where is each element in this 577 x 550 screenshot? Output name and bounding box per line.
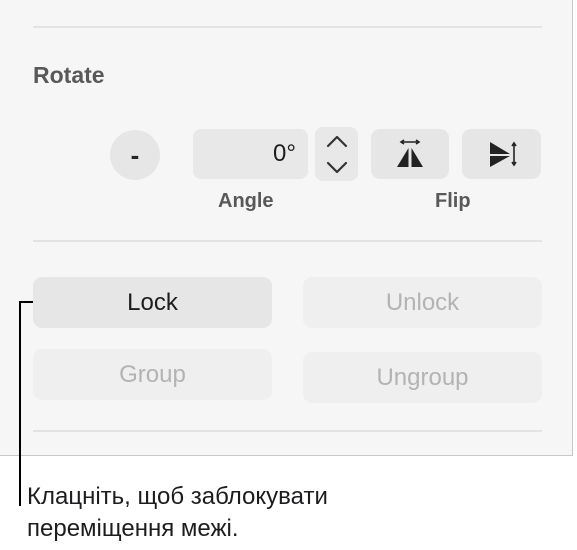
callout-line-vertical [19, 301, 21, 506]
bottom-divider [33, 430, 542, 432]
chevron-down-icon[interactable] [315, 154, 358, 181]
callout-line-2: переміщення межі. [27, 515, 239, 542]
angle-input[interactable]: 0° [193, 129, 308, 179]
flip-vertical-button[interactable] [462, 129, 541, 179]
angle-value: 0° [273, 140, 296, 167]
callout-line-horizontal [19, 301, 33, 303]
flip-caption: Flip [435, 190, 471, 212]
angle-caption: Angle [218, 190, 274, 212]
flip-vertical-icon [489, 141, 517, 167]
rotate-minus-button[interactable]: - [110, 130, 160, 180]
flip-horizontal-button[interactable] [371, 129, 449, 179]
rotate-section-title: Rotate [33, 62, 105, 88]
angle-stepper[interactable] [315, 127, 358, 181]
unlock-button[interactable]: Unlock [303, 277, 542, 328]
ungroup-button[interactable]: Ungroup [303, 352, 542, 403]
flip-horizontal-icon [397, 139, 423, 167]
group-button[interactable]: Group [33, 349, 272, 400]
lock-button[interactable]: Lock [33, 277, 272, 328]
middle-divider [33, 240, 542, 242]
top-divider [33, 26, 542, 28]
arrange-panel: Rotate - 0° Angle Flip Lock Unlock Group… [0, 0, 573, 456]
callout-text: Клацніть, щоб заблокувати переміщення ме… [27, 481, 567, 545]
chevron-up-icon[interactable] [315, 127, 358, 154]
callout-line-1: Клацніть, щоб заблокувати [27, 483, 328, 510]
